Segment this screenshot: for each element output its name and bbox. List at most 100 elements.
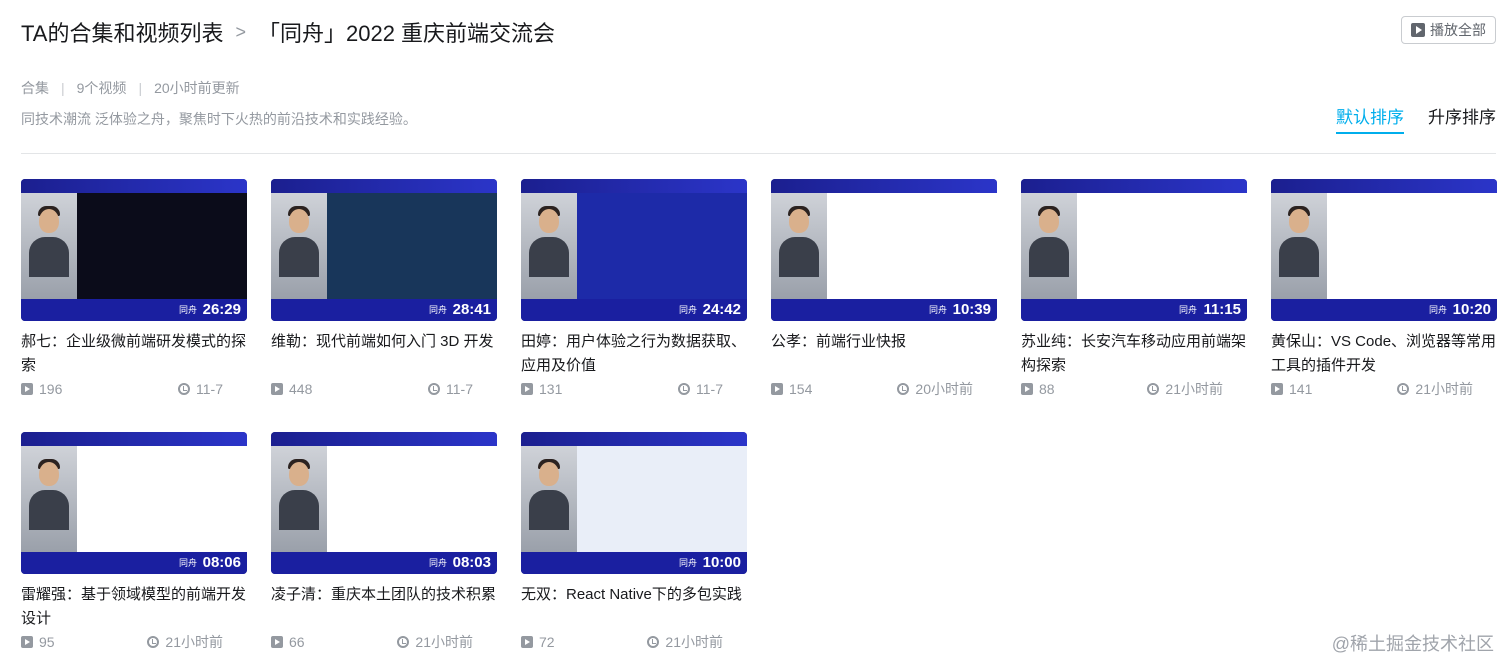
chevron-right-icon: > [235, 21, 246, 42]
video-card[interactable]: 同舟 10:00 无双：React Native下的多包实践 72 21小时前 [521, 432, 747, 672]
view-count-value: 141 [1289, 381, 1313, 397]
breadcrumb-root[interactable]: TA的合集和视频列表 [21, 16, 223, 48]
speaker-image [1021, 193, 1077, 299]
video-card[interactable]: 同舟 26:29 郝七：企业级微前端研发模式的探索 196 11-7 [21, 179, 247, 432]
video-stats: 72 21小时前 [521, 632, 747, 652]
collection-type: 合集 [21, 80, 49, 96]
thumbnail-logo: 同舟 [678, 558, 697, 568]
thumbnail-slide [1077, 193, 1247, 299]
thumbnail-logo: 同舟 [678, 305, 697, 315]
thumbnail-logo: 同舟 [928, 305, 947, 315]
speaker-image [21, 446, 77, 552]
publish-time: 11-7 [678, 381, 723, 397]
video-duration: 26:29 [202, 301, 241, 318]
play-icon [1411, 23, 1425, 37]
view-count: 88 [1021, 381, 1055, 397]
publish-time-value: 21小时前 [415, 634, 473, 650]
video-card[interactable]: 同舟 08:03 凌子清：重庆本土团队的技术积累 66 21小时前 [271, 432, 497, 672]
thumbnail-logo: 同舟 [428, 558, 447, 568]
video-stats: 66 21小时前 [271, 632, 497, 652]
thumbnail-slide [577, 193, 747, 299]
divider [21, 153, 1496, 154]
publish-time: 11-7 [428, 381, 473, 397]
play-count-icon [1021, 383, 1033, 395]
speaker-head [789, 209, 809, 233]
publish-time-value: 11-7 [446, 381, 473, 397]
speaker-head [539, 209, 559, 233]
publish-time: 21小时前 [1147, 379, 1223, 399]
video-thumbnail[interactable]: 同舟 10:00 [521, 432, 747, 574]
view-count-value: 95 [39, 634, 55, 650]
video-thumbnail[interactable]: 同舟 10:39 [771, 179, 997, 321]
view-count-value: 88 [1039, 381, 1055, 397]
video-title[interactable]: 凌子清：重庆本土团队的技术积累 [271, 583, 497, 631]
view-count: 154 [771, 381, 812, 397]
clock-icon [428, 383, 441, 395]
speaker-head [289, 209, 309, 233]
sort-default-tab[interactable]: 默认排序 [1336, 103, 1404, 134]
video-thumbnail[interactable]: 同舟 28:41 [271, 179, 497, 321]
speaker-body [779, 237, 819, 277]
speaker-image [271, 193, 327, 299]
video-duration: 11:15 [1203, 301, 1241, 318]
video-thumbnail[interactable]: 同舟 08:03 [271, 432, 497, 574]
video-title[interactable]: 公孝：前端行业快报 [771, 330, 997, 378]
video-title[interactable]: 郝七：企业级微前端研发模式的探索 [21, 330, 247, 378]
collection-meta: 合集 | 9个视频 | 20小时前更新 [21, 78, 240, 98]
video-card[interactable]: 同舟 28:41 维勒：现代前端如何入门 3D 开发 448 11-7 [271, 179, 497, 432]
publish-time: 21小时前 [1397, 379, 1473, 399]
publish-time: 21小时前 [397, 632, 473, 652]
speaker-head [289, 462, 309, 486]
video-duration: 08:06 [202, 554, 241, 571]
video-stats: 141 21小时前 [1271, 379, 1497, 399]
view-count-value: 154 [789, 381, 813, 397]
video-stats: 131 11-7 [521, 379, 747, 399]
publish-time-value: 11-7 [696, 381, 723, 397]
sort-asc-tab[interactable]: 升序排序 [1428, 103, 1496, 134]
meta-divider: | [61, 80, 65, 96]
video-thumbnail[interactable]: 同舟 10:20 [1271, 179, 1497, 321]
video-stats: 88 21小时前 [1021, 379, 1247, 399]
video-card[interactable]: 同舟 08:06 雷耀强：基于领域模型的前端开发设计 95 21小时前 [21, 432, 247, 672]
video-duration: 28:41 [452, 301, 491, 318]
clock-icon [897, 383, 910, 395]
video-thumbnail[interactable]: 同舟 11:15 [1021, 179, 1247, 321]
speaker-head [1289, 209, 1309, 233]
video-title[interactable]: 雷耀强：基于领域模型的前端开发设计 [21, 583, 247, 631]
publish-time: 11-7 [178, 381, 223, 397]
play-all-button[interactable]: 播放全部 [1401, 16, 1496, 44]
publish-time-value: 20小时前 [915, 381, 973, 397]
speaker-head [39, 462, 59, 486]
video-title[interactable]: 黄保山：VS Code、浏览器等常用工具的插件开发 [1271, 330, 1497, 378]
video-thumbnail[interactable]: 同舟 08:06 [21, 432, 247, 574]
view-count: 95 [21, 634, 55, 650]
video-stats: 196 11-7 [21, 379, 247, 399]
video-card[interactable]: 同舟 10:20 黄保山：VS Code、浏览器等常用工具的插件开发 141 2… [1271, 179, 1497, 432]
thumbnail-logo: 同舟 [178, 305, 197, 315]
view-count: 72 [521, 634, 555, 650]
publish-time-value: 21小时前 [1165, 381, 1223, 397]
video-title[interactable]: 田婷：用户体验之行为数据获取、应用及价值 [521, 330, 747, 378]
thumbnail-topbar [521, 179, 747, 193]
thumbnail-slide [577, 446, 747, 552]
video-duration: 24:42 [702, 301, 741, 318]
view-count-value: 66 [289, 634, 305, 650]
video-card[interactable]: 同舟 24:42 田婷：用户体验之行为数据获取、应用及价值 131 11-7 [521, 179, 747, 432]
video-title[interactable]: 无双：React Native下的多包实践 [521, 583, 747, 631]
publish-time: 21小时前 [647, 632, 723, 652]
clock-icon [678, 383, 691, 395]
video-duration: 10:00 [702, 554, 741, 571]
video-title[interactable]: 苏业纯：长安汽车移动应用前端架构探索 [1021, 330, 1247, 378]
video-card[interactable]: 同舟 10:39 公孝：前端行业快报 154 20小时前 [771, 179, 997, 432]
video-thumbnail[interactable]: 同舟 24:42 [521, 179, 747, 321]
thumbnail-slide [77, 446, 247, 552]
speaker-body [279, 237, 319, 277]
video-title[interactable]: 维勒：现代前端如何入门 3D 开发 [271, 330, 497, 378]
speaker-body [279, 490, 319, 530]
speaker-body [29, 237, 69, 277]
clock-icon [178, 383, 191, 395]
thumbnail-slide [1327, 193, 1497, 299]
thumbnail-slide [77, 193, 247, 299]
video-card[interactable]: 同舟 11:15 苏业纯：长安汽车移动应用前端架构探索 88 21小时前 [1021, 179, 1247, 432]
video-thumbnail[interactable]: 同舟 26:29 [21, 179, 247, 321]
